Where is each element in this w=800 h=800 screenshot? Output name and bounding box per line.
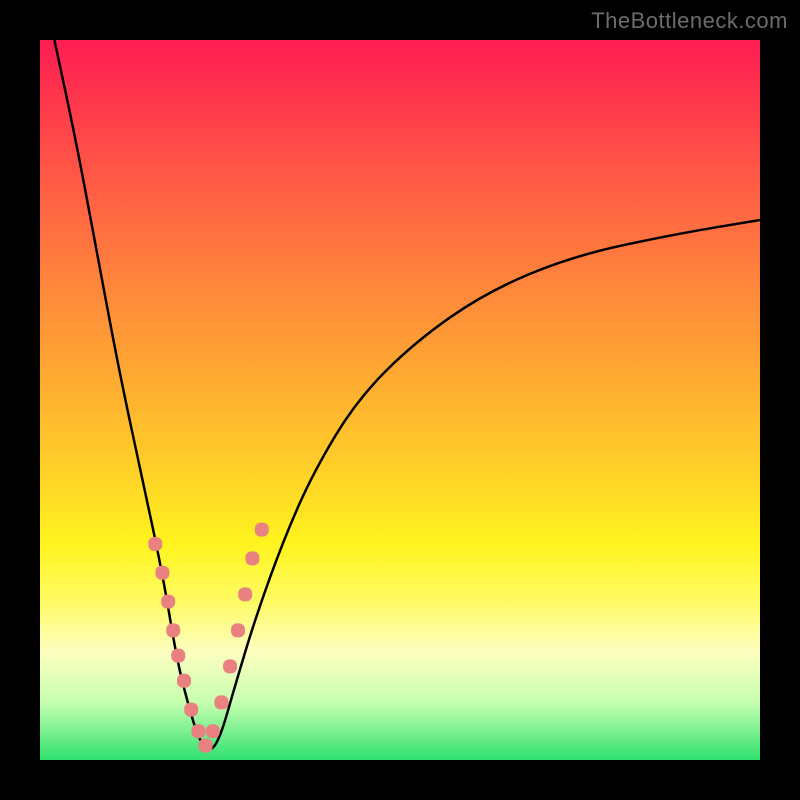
highlight-dot (191, 724, 205, 738)
highlight-dot (255, 523, 269, 537)
highlight-dot (184, 703, 198, 717)
highlight-dot (148, 537, 162, 551)
watermark-text: TheBottleneck.com (591, 8, 788, 34)
plot-area (40, 40, 760, 760)
highlight-dot (166, 623, 180, 637)
highlight-dot (206, 724, 220, 738)
highlight-dot (245, 551, 259, 565)
highlight-dot (223, 659, 237, 673)
bottleneck-curve (54, 40, 760, 749)
highlight-dot (161, 595, 175, 609)
chart-frame: TheBottleneck.com (0, 0, 800, 800)
highlight-dot (214, 695, 228, 709)
highlight-dot (238, 587, 252, 601)
curve-layer (40, 40, 760, 760)
highlight-dot (155, 566, 169, 580)
highlight-dot (231, 623, 245, 637)
highlight-dot (177, 674, 191, 688)
highlight-dot (199, 739, 213, 753)
highlight-dot (171, 649, 185, 663)
bottleneck-curve-path (54, 40, 760, 749)
